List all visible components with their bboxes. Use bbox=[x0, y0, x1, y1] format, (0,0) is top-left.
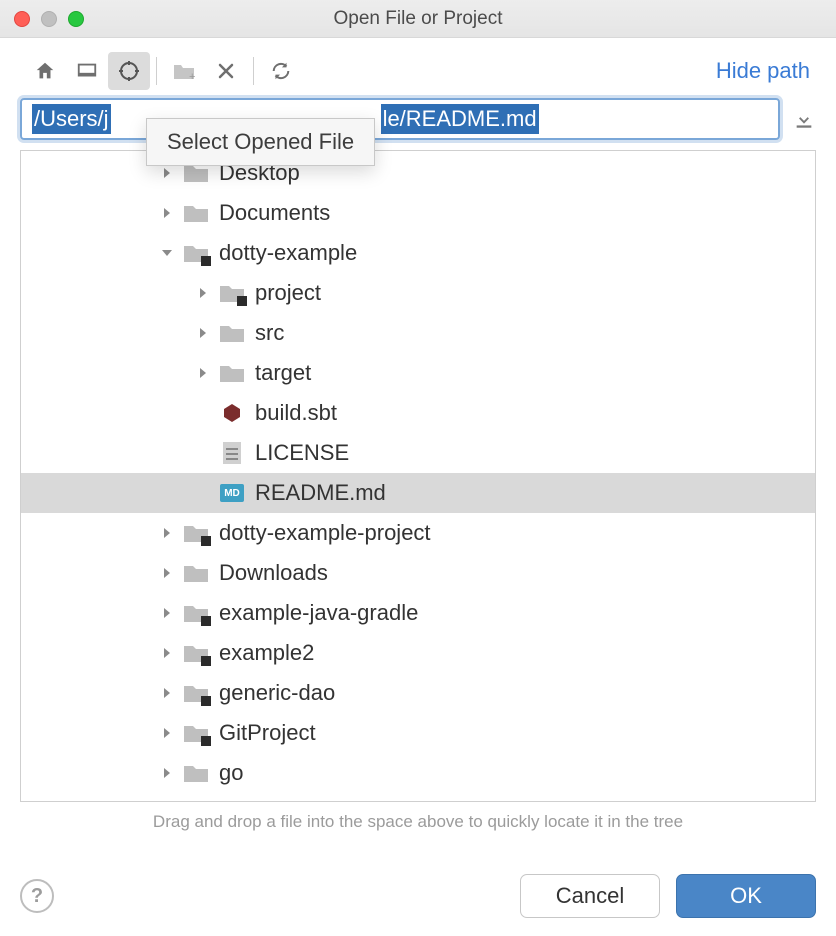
folder-icon bbox=[183, 722, 209, 744]
refresh-icon bbox=[270, 60, 292, 82]
path-input[interactable]: /Users/j le/README.md bbox=[20, 98, 780, 140]
tree-arrow-icon[interactable] bbox=[193, 363, 213, 383]
delete-button[interactable] bbox=[205, 52, 247, 90]
desktop-icon bbox=[76, 60, 98, 82]
download-icon bbox=[793, 108, 815, 130]
tree-arrow-icon[interactable] bbox=[157, 203, 177, 223]
save-path-button[interactable] bbox=[790, 105, 818, 133]
tree-arrow-icon[interactable] bbox=[157, 563, 177, 583]
tree-item-label: example-java-gradle bbox=[219, 600, 418, 626]
target-icon bbox=[117, 59, 141, 83]
tree-arrow-icon[interactable] bbox=[157, 683, 177, 703]
folder-icon bbox=[183, 522, 209, 544]
tree-item-label: go bbox=[219, 760, 243, 786]
home-button[interactable] bbox=[24, 52, 66, 90]
markdown-file-icon: MD bbox=[219, 482, 245, 504]
tree-item-label: Documents bbox=[219, 200, 330, 226]
folder-icon bbox=[183, 642, 209, 664]
delete-icon bbox=[216, 61, 236, 81]
cancel-button[interactable]: Cancel bbox=[520, 874, 660, 918]
tree-arrow-icon[interactable] bbox=[157, 243, 177, 263]
tree-item-label: dotty-example-project bbox=[219, 520, 431, 546]
path-segment-left: /Users/j bbox=[32, 104, 111, 134]
tree-row[interactable]: example2 bbox=[21, 633, 815, 673]
toolbar-separator bbox=[253, 57, 254, 85]
drop-hint: Drag and drop a file into the space abov… bbox=[0, 802, 836, 832]
home-icon bbox=[34, 60, 56, 82]
folder-icon bbox=[219, 322, 245, 344]
tree-item-label: README.md bbox=[255, 480, 386, 506]
toolbar: + Hide path bbox=[0, 38, 836, 98]
folder-icon bbox=[183, 602, 209, 624]
titlebar: Open File or Project bbox=[0, 0, 836, 38]
folder-icon bbox=[183, 682, 209, 704]
tree-arrow-icon[interactable] bbox=[157, 643, 177, 663]
zoom-window-button[interactable] bbox=[68, 11, 84, 27]
tree-row[interactable]: target bbox=[21, 353, 815, 393]
select-opened-file-button[interactable] bbox=[108, 52, 150, 90]
file-tree[interactable]: Desktop Documents dotty-example project src t… bbox=[20, 150, 816, 802]
tree-item-label: target bbox=[255, 360, 311, 386]
window-controls bbox=[0, 11, 84, 27]
tree-item-label: LICENSE bbox=[255, 440, 349, 466]
folder-icon bbox=[183, 562, 209, 584]
folder-icon bbox=[219, 282, 245, 304]
new-folder-button[interactable]: + bbox=[163, 52, 205, 90]
select-opened-file-tooltip: Select Opened File bbox=[146, 118, 375, 166]
tree-arrow-icon[interactable] bbox=[157, 723, 177, 743]
tree-row[interactable]: Downloads bbox=[21, 553, 815, 593]
tree-row[interactable]: src bbox=[21, 313, 815, 353]
tree-arrow-icon[interactable] bbox=[157, 603, 177, 623]
tree-row[interactable]: GitProject bbox=[21, 713, 815, 753]
tree-arrow-icon[interactable] bbox=[157, 163, 177, 183]
sbt-file-icon bbox=[219, 402, 245, 424]
tree-arrow-icon[interactable] bbox=[193, 323, 213, 343]
refresh-button[interactable] bbox=[260, 52, 302, 90]
tree-row[interactable]: go bbox=[21, 753, 815, 793]
hide-path-link[interactable]: Hide path bbox=[716, 58, 818, 84]
folder-icon bbox=[183, 762, 209, 784]
tree-item-label: src bbox=[255, 320, 284, 346]
tree-item-label: example2 bbox=[219, 640, 314, 666]
path-row: /Users/j le/README.md bbox=[0, 98, 836, 150]
help-button[interactable]: ? bbox=[20, 879, 54, 913]
tree-row[interactable]: LICENSE bbox=[21, 433, 815, 473]
tree-item-label: dotty-example bbox=[219, 240, 357, 266]
tree-row[interactable]: Documents bbox=[21, 193, 815, 233]
tree-item-label: build.sbt bbox=[255, 400, 337, 426]
tree-row[interactable]: generic-dao bbox=[21, 673, 815, 713]
toolbar-separator bbox=[156, 57, 157, 85]
footer: ? Cancel OK bbox=[20, 874, 816, 918]
tree-item-label: generic-dao bbox=[219, 680, 335, 706]
tree-item-label: Downloads bbox=[219, 560, 328, 586]
folder-icon bbox=[219, 362, 245, 384]
tree-row[interactable]: MD README.md bbox=[21, 473, 815, 513]
tree-arrow-icon[interactable] bbox=[157, 523, 177, 543]
desktop-button[interactable] bbox=[66, 52, 108, 90]
minimize-window-button[interactable] bbox=[41, 11, 57, 27]
new-folder-icon: + bbox=[172, 61, 196, 81]
tree-row[interactable]: Desktop bbox=[21, 153, 815, 193]
tree-row[interactable]: project bbox=[21, 273, 815, 313]
tree-row[interactable]: build.sbt bbox=[21, 393, 815, 433]
close-window-button[interactable] bbox=[14, 11, 30, 27]
tree-item-label: GitProject bbox=[219, 720, 316, 746]
svg-text:+: + bbox=[189, 71, 195, 81]
help-icon: ? bbox=[31, 885, 43, 908]
path-segment-right: le/README.md bbox=[381, 104, 539, 134]
folder-icon bbox=[183, 202, 209, 224]
folder-icon bbox=[183, 242, 209, 264]
text-file-icon bbox=[219, 442, 245, 464]
tree-row[interactable]: dotty-example-project bbox=[21, 513, 815, 553]
tree-arrow-icon[interactable] bbox=[193, 283, 213, 303]
tree-row[interactable]: example-java-gradle bbox=[21, 593, 815, 633]
tree-row[interactable]: dotty-example bbox=[21, 233, 815, 273]
window-title: Open File or Project bbox=[0, 8, 836, 30]
ok-button[interactable]: OK bbox=[676, 874, 816, 918]
tree-arrow-icon[interactable] bbox=[157, 763, 177, 783]
tree-item-label: project bbox=[255, 280, 321, 306]
